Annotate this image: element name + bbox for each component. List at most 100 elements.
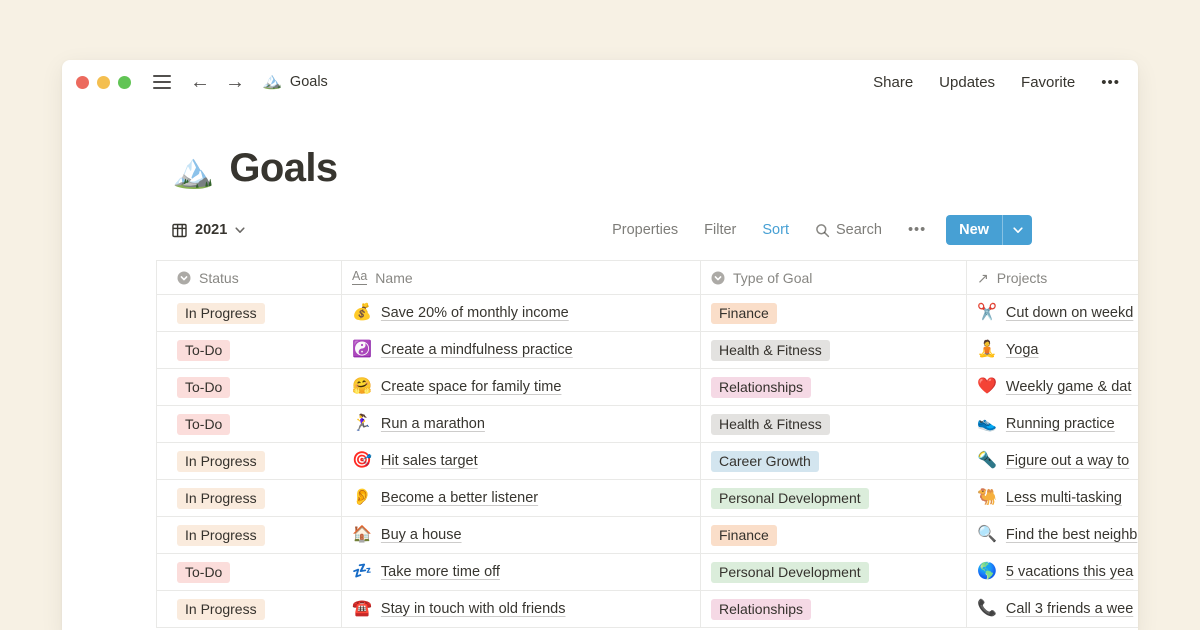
back-arrow-icon[interactable]: ← — [190, 72, 210, 92]
view-switcher[interactable]: 2021 — [172, 222, 245, 238]
type-of-goal-cell[interactable]: Personal Development — [700, 554, 966, 591]
status-badge: To-Do — [177, 414, 230, 435]
search-button[interactable]: Search — [815, 222, 882, 238]
name-cell[interactable]: ☯️ Create a mindfulness practice — [341, 332, 700, 369]
type-badge: Health & Fitness — [711, 414, 830, 435]
projects-cell[interactable]: ❤️ Weekly game & dat — [966, 369, 1138, 406]
app-window: ← → 🏔️ Goals Share Updates Favorite ••• … — [62, 60, 1138, 630]
properties-button[interactable]: Properties — [612, 222, 678, 238]
goal-name: Run a marathon — [381, 416, 485, 432]
type-badge: Relationships — [711, 377, 811, 398]
projects-cell[interactable]: 📞 Call 3 friends a wee — [966, 591, 1138, 628]
projects-cell[interactable]: 🌎 5 vacations this yea — [966, 554, 1138, 591]
share-button[interactable]: Share — [873, 74, 913, 91]
projects-cell[interactable]: 🔍 Find the best neighb — [966, 517, 1138, 554]
project-icon: 🧘 — [977, 342, 997, 358]
title-property-icon: Aa — [352, 270, 367, 285]
type-of-goal-cell[interactable]: Finance — [700, 295, 966, 332]
type-of-goal-cell[interactable]: Relationships — [700, 369, 966, 406]
more-options-icon[interactable]: ••• — [1101, 74, 1120, 91]
chevron-down-icon — [1013, 227, 1023, 234]
status-cell[interactable]: To-Do — [156, 554, 341, 591]
type-of-goal-cell[interactable]: Relationships — [700, 591, 966, 628]
type-of-goal-cell[interactable]: Health & Fitness — [700, 332, 966, 369]
close-window-button[interactable] — [76, 76, 89, 89]
chevron-down-icon — [235, 227, 245, 234]
column-header-type-of-goal[interactable]: Type of Goal — [700, 260, 966, 295]
relation-property-icon: ↗ — [977, 271, 989, 285]
column-header-name[interactable]: Aa Name — [341, 260, 700, 295]
status-cell[interactable]: In Progress — [156, 480, 341, 517]
column-header-status[interactable]: Status — [156, 260, 341, 295]
status-badge: To-Do — [177, 562, 230, 583]
new-button[interactable]: New — [946, 215, 1032, 245]
goal-name: Become a better listener — [381, 490, 538, 506]
breadcrumb-label: Goals — [290, 74, 328, 90]
goal-icon: ☯️ — [352, 342, 372, 358]
goal-icon: 🤗 — [352, 379, 372, 395]
status-cell[interactable]: In Progress — [156, 295, 341, 332]
zoom-window-button[interactable] — [118, 76, 131, 89]
project-name: 5 vacations this yea — [1006, 564, 1133, 580]
minimize-window-button[interactable] — [97, 76, 110, 89]
page-title[interactable]: Goals — [229, 146, 337, 190]
project-icon: 🐫 — [977, 490, 997, 506]
status-cell[interactable]: To-Do — [156, 369, 341, 406]
page-header: 🏔️ Goals — [172, 146, 1138, 190]
status-badge: In Progress — [177, 303, 265, 324]
goal-name: Save 20% of monthly income — [381, 305, 569, 321]
new-dropdown-button[interactable] — [1003, 215, 1032, 245]
name-cell[interactable]: 💰 Save 20% of monthly income — [341, 295, 700, 332]
page-icon-mountain[interactable]: 🏔️ — [172, 153, 214, 190]
type-of-goal-cell[interactable]: Health & Fitness — [700, 406, 966, 443]
project-name: Find the best neighb — [1006, 527, 1137, 543]
projects-cell[interactable]: 🧘 Yoga — [966, 332, 1138, 369]
type-of-goal-cell[interactable]: Personal Development — [700, 480, 966, 517]
name-cell[interactable]: 🏠 Buy a house — [341, 517, 700, 554]
sort-button[interactable]: Sort — [762, 222, 789, 238]
view-more-options-icon[interactable]: ••• — [908, 222, 926, 238]
favorite-button[interactable]: Favorite — [1021, 74, 1075, 91]
goal-name: Hit sales target — [381, 453, 478, 469]
type-badge: Finance — [711, 525, 777, 546]
sidebar-menu-icon[interactable] — [149, 71, 175, 93]
status-cell[interactable]: In Progress — [156, 591, 341, 628]
table-header-row: Status Aa Name Type of Goal ↗ Projects — [156, 260, 1138, 295]
projects-cell[interactable]: 🔦 Figure out a way to — [966, 443, 1138, 480]
goal-icon: 👂 — [352, 490, 372, 506]
project-name: Call 3 friends a wee — [1006, 601, 1133, 617]
column-label: Name — [375, 270, 412, 286]
column-header-projects[interactable]: ↗ Projects — [966, 260, 1138, 295]
name-cell[interactable]: 👂 Become a better listener — [341, 480, 700, 517]
goal-name: Take more time off — [381, 564, 500, 580]
name-cell[interactable]: 🎯 Hit sales target — [341, 443, 700, 480]
type-badge: Health & Fitness — [711, 340, 830, 361]
type-of-goal-cell[interactable]: Finance — [700, 517, 966, 554]
project-name: Weekly game & dat — [1006, 379, 1131, 395]
name-cell[interactable]: 💤 Take more time off — [341, 554, 700, 591]
table-view-icon — [172, 223, 187, 238]
breadcrumb[interactable]: 🏔️ Goals — [262, 74, 328, 90]
project-icon: 🔦 — [977, 453, 997, 469]
projects-cell[interactable]: 👟 Running practice — [966, 406, 1138, 443]
name-cell[interactable]: ☎️ Stay in touch with old friends — [341, 591, 700, 628]
name-cell[interactable]: 🏃‍♀️ Run a marathon — [341, 406, 700, 443]
status-badge: To-Do — [177, 340, 230, 361]
status-cell[interactable]: To-Do — [156, 332, 341, 369]
goal-name: Stay in touch with old friends — [381, 601, 566, 617]
goal-icon: ☎️ — [352, 601, 372, 617]
type-of-goal-cell[interactable]: Career Growth — [700, 443, 966, 480]
project-icon: ❤️ — [977, 379, 997, 395]
project-name: Yoga — [1006, 342, 1039, 358]
name-cell[interactable]: 🤗 Create space for family time — [341, 369, 700, 406]
updates-button[interactable]: Updates — [939, 74, 995, 91]
forward-arrow-icon[interactable]: → — [225, 72, 245, 92]
filter-button[interactable]: Filter — [704, 222, 736, 238]
table-body: In Progress 💰 Save 20% of monthly income… — [156, 295, 1138, 628]
status-cell[interactable]: To-Do — [156, 406, 341, 443]
projects-cell[interactable]: ✂️ Cut down on weekd — [966, 295, 1138, 332]
goal-icon: 🏃‍♀️ — [352, 416, 372, 432]
status-cell[interactable]: In Progress — [156, 443, 341, 480]
projects-cell[interactable]: 🐫 Less multi-tasking — [966, 480, 1138, 517]
status-cell[interactable]: In Progress — [156, 517, 341, 554]
